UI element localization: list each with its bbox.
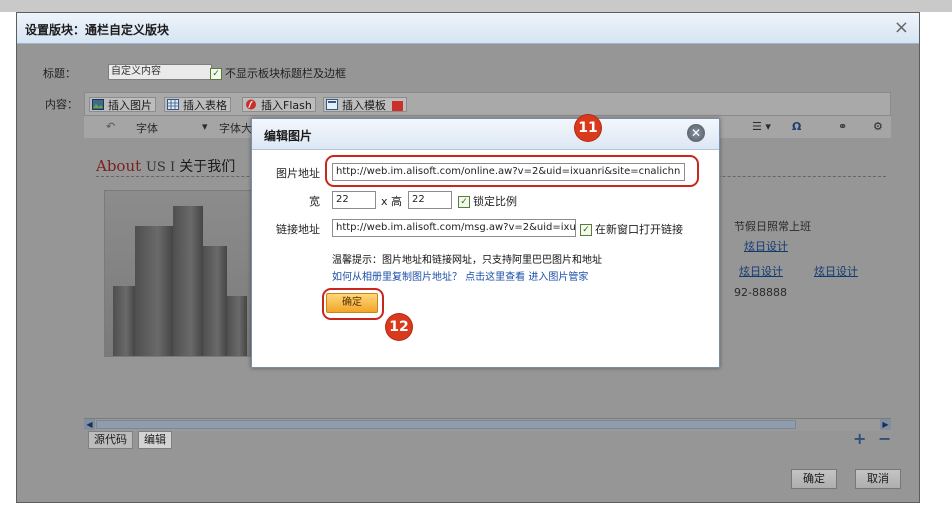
annotation-badge-11: 11	[575, 115, 601, 141]
scroll-left-icon[interactable]: ◀	[84, 419, 95, 430]
checkbox-checked-icon[interactable]: ✓	[580, 224, 592, 236]
service-link-2[interactable]: 炫日设计	[739, 263, 783, 279]
table-icon	[167, 99, 179, 110]
chevron-down-icon[interactable]: ▾	[202, 120, 208, 133]
lock-ratio-checkbox[interactable]: ✓ 锁定比例	[458, 193, 517, 209]
settings-icon[interactable]: ⚙	[873, 120, 883, 133]
annotation-highlight-url	[325, 155, 699, 187]
content-label: 内容：	[45, 98, 78, 111]
horizontal-scrollbar[interactable]: ◀ ▶	[84, 418, 891, 431]
insert-table-label: 插入表格	[183, 99, 227, 112]
edit-image-modal: 编辑图片 ✕ 图片地址 http://web.im.alisoft.com/on…	[251, 115, 720, 368]
hide-title-checkbox[interactable]: ✓ 不显示板块标题栏及边框	[210, 65, 346, 81]
insert-template-label: 插入模板	[342, 99, 386, 112]
template-icon	[326, 99, 338, 110]
image-url-label: 图片地址	[276, 167, 320, 180]
image-icon	[92, 99, 104, 110]
phone-text: 92-88888	[734, 286, 787, 299]
modal-title: 编辑图片	[264, 129, 313, 143]
height-label: x 高	[381, 195, 403, 208]
help-link[interactable]: 如何从相册里复制图片地址？ 点击这里查看 进入图片管家	[332, 268, 588, 283]
insert-flash-button[interactable]: 插入Flash	[242, 97, 316, 112]
resize-controls: + −	[853, 429, 891, 448]
dialog-cancel-button[interactable]: 取消	[855, 469, 901, 489]
insert-template-button[interactable]: 插入模板	[323, 97, 407, 112]
insert-table-button[interactable]: 插入表格	[164, 97, 231, 112]
editor-toolbar: 插入图片 插入表格 插入Flash 插入模板	[84, 92, 891, 116]
hint-text: 温馨提示：图片地址和链接网址，只支持阿里巴巴图片和地址	[332, 255, 602, 266]
about-cn: 关于我们	[179, 159, 236, 175]
new-badge-icon	[391, 101, 403, 111]
special-char-button[interactable]: Ω	[792, 120, 801, 133]
insert-image-label: 插入图片	[108, 99, 152, 112]
annotation-highlight-ok	[322, 288, 384, 320]
us-word: US	[145, 160, 166, 175]
tab-edit[interactable]: 编辑	[138, 431, 172, 449]
checkbox-checked-icon[interactable]: ✓	[458, 196, 470, 208]
width-input[interactable]: 22	[332, 191, 376, 209]
dialog-header: 设置版块：通栏自定义版块 ×	[17, 13, 919, 44]
font-select[interactable]: 字体	[136, 120, 158, 136]
service-link-1[interactable]: 炫日设计	[744, 238, 788, 254]
modal-header: 编辑图片 ✕	[252, 119, 719, 150]
dialog-ok-button[interactable]: 确定	[791, 469, 837, 489]
link-url-label: 链接地址	[276, 223, 320, 236]
new-window-label: 在新窗口打开链接	[595, 223, 683, 236]
checkbox-checked-icon[interactable]: ✓	[210, 68, 222, 80]
list-icon[interactable]: ☰ ▾	[752, 120, 771, 133]
link-url-input[interactable]: http://web.im.alisoft.com/msg.aw?v=2&uid…	[332, 219, 576, 237]
insert-image-button[interactable]: 插入图片	[89, 97, 156, 112]
height-input[interactable]: 22	[408, 191, 452, 209]
hide-title-label: 不显示板块标题栏及边框	[225, 67, 346, 80]
insert-flash-label: 插入Flash	[261, 99, 312, 112]
dialog-title: 设置版块：通栏自定义版块	[25, 23, 170, 37]
link-icon[interactable]: ⚭	[838, 120, 847, 133]
annotation-badge-12: 12	[386, 314, 412, 340]
service-link-3[interactable]: 炫日设计	[814, 263, 858, 279]
title-label: 标题：	[43, 67, 76, 80]
about-word: About	[96, 157, 142, 175]
close-icon[interactable]: ✕	[687, 124, 705, 142]
width-label: 宽	[309, 195, 320, 208]
working-hours-text: 节假日照常上班	[734, 220, 811, 233]
flash-icon	[246, 99, 256, 110]
lock-ratio-label: 锁定比例	[473, 195, 517, 208]
title-input[interactable]: 自定义内容	[108, 64, 212, 80]
plus-icon[interactable]: +	[853, 429, 866, 448]
undo-icon[interactable]: ↶	[106, 120, 115, 133]
new-window-checkbox[interactable]: ✓ 在新窗口打开链接	[580, 221, 683, 237]
tab-source[interactable]: 源代码	[88, 431, 133, 449]
background-page-strip	[0, 0, 952, 12]
building-photo	[104, 190, 256, 357]
close-icon[interactable]: ×	[894, 17, 909, 38]
scroll-thumb[interactable]	[96, 420, 796, 429]
minus-icon[interactable]: −	[878, 429, 891, 448]
heading-separator: I	[165, 160, 180, 175]
about-heading: About US I 关于我们	[96, 156, 235, 176]
